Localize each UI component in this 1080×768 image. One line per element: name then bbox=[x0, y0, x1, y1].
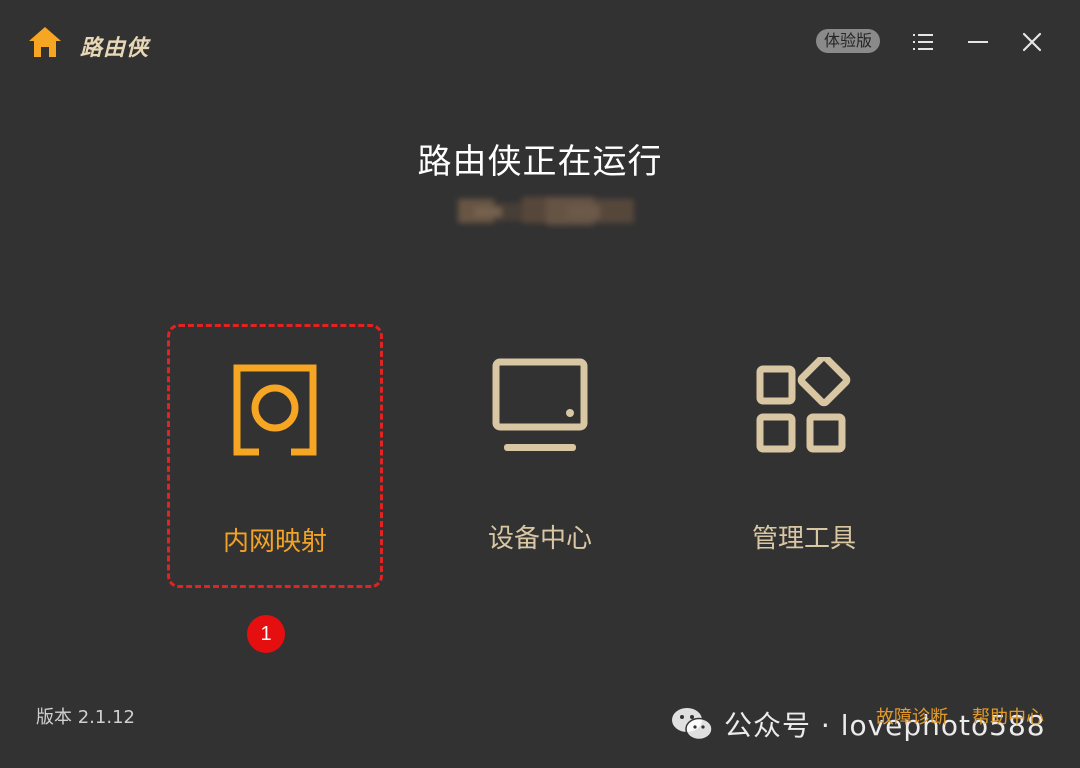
feature-device-center[interactable]: 设备中心 bbox=[432, 324, 648, 588]
feature-label: 管理工具 bbox=[751, 524, 856, 554]
wechat-icon bbox=[672, 708, 713, 741]
footer-links: 故障诊断 帮助中心 bbox=[876, 703, 1044, 729]
home-icon bbox=[29, 27, 61, 57]
status-title: 路由侠正在运行 bbox=[417, 142, 663, 182]
menu-icon bbox=[913, 34, 933, 50]
monitor-icon bbox=[492, 358, 588, 451]
edition-badge: 体验版 bbox=[816, 29, 881, 53]
close-icon bbox=[1022, 32, 1042, 52]
minimize-icon bbox=[968, 41, 988, 43]
title-bar: 路由侠 体验版 bbox=[0, 0, 1080, 88]
diagnose-link[interactable]: 故障诊断 bbox=[876, 707, 948, 728]
feature-label: 设备中心 bbox=[487, 524, 592, 554]
app-window: 路由侠 体验版 路由侠正在运行 内网映射 设备中心 管理工具 1 版本 2.1.… bbox=[0, 0, 1080, 768]
menu-button[interactable] bbox=[907, 26, 939, 58]
minimize-button[interactable] bbox=[962, 26, 994, 58]
redacted-address bbox=[458, 197, 634, 225]
step-marker: 1 bbox=[247, 615, 285, 653]
port-mapping-icon bbox=[233, 364, 317, 456]
apps-grid-icon bbox=[756, 357, 851, 453]
help-center-link[interactable]: 帮助中心 bbox=[972, 707, 1044, 728]
close-button[interactable] bbox=[1016, 26, 1048, 58]
app-name: 路由侠 bbox=[80, 36, 150, 61]
feature-port-mapping[interactable]: 内网映射 bbox=[167, 324, 383, 588]
feature-label: 内网映射 bbox=[222, 527, 327, 557]
feature-management-tools[interactable]: 管理工具 bbox=[696, 324, 912, 588]
version-label: 版本 2.1.12 bbox=[36, 707, 135, 728]
